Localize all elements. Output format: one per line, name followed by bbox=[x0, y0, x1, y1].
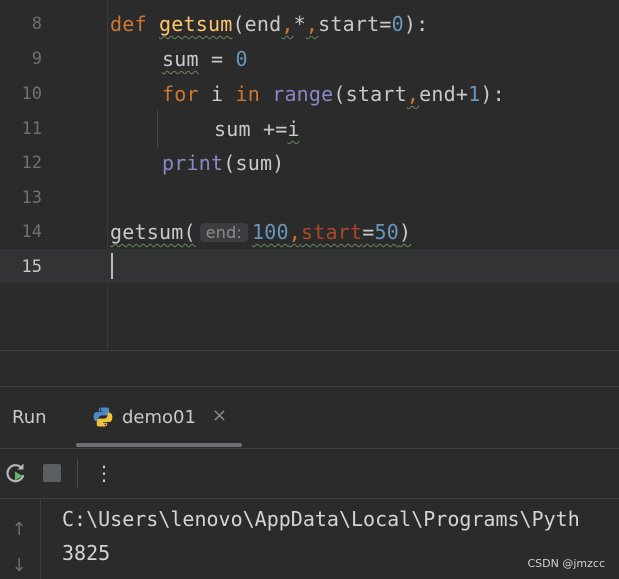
watermark: CSDN @jmzcc bbox=[527, 557, 606, 570]
code-token: (sum) bbox=[223, 151, 285, 175]
code-line-current[interactable]: 15 bbox=[0, 249, 619, 283]
toolbar-divider bbox=[77, 459, 78, 489]
code-line[interactable]: 8 def getsum(end,*,start=0): bbox=[0, 6, 619, 40]
code-token: sum += bbox=[214, 117, 288, 141]
code-text[interactable]: print(sum) bbox=[162, 151, 284, 175]
console-line-interpreter-path: C:\Users\lenovo\AppData\Local\Programs\P… bbox=[62, 507, 580, 531]
run-panel: Run demo01 × ⋮ ↑ ↓ C:\Users\lenovo\AppDa… bbox=[0, 386, 619, 579]
console-gutter: ↑ ↓ bbox=[0, 499, 41, 579]
code-line[interactable]: 14 getsum(end: 100,start=50) bbox=[0, 214, 619, 248]
run-tab-demo01[interactable]: demo01 × bbox=[76, 395, 242, 447]
inlay-hint[interactable]: end: bbox=[199, 223, 249, 242]
rerun-button[interactable] bbox=[2, 459, 30, 487]
code-token: (end bbox=[232, 12, 282, 36]
code-token: end+ bbox=[419, 82, 469, 106]
keyword: in bbox=[235, 82, 260, 106]
named-argument: start bbox=[301, 220, 363, 244]
number-literal: 100 bbox=[252, 220, 289, 244]
variable: sum bbox=[162, 47, 199, 71]
run-toolbar: ⋮ bbox=[0, 448, 619, 499]
more-icon[interactable]: ⋮ bbox=[90, 459, 118, 487]
console-output[interactable]: ↑ ↓ C:\Users\lenovo\AppData\Local\Progra… bbox=[0, 498, 619, 579]
code-text[interactable]: sum +=i bbox=[214, 117, 300, 141]
code-token: ): bbox=[480, 82, 505, 106]
code-line[interactable]: 13 bbox=[0, 180, 619, 214]
code-token: ): bbox=[403, 12, 429, 36]
code-line[interactable]: 10 for i in range(start,end+1): bbox=[0, 76, 619, 110]
tab-active-indicator bbox=[76, 443, 242, 447]
code-line[interactable]: 9 sum = 0 bbox=[0, 41, 619, 75]
close-icon[interactable]: × bbox=[212, 405, 227, 426]
code-token: * bbox=[293, 12, 306, 36]
line-number: 13 bbox=[21, 188, 42, 208]
code-token: = bbox=[362, 220, 375, 244]
line-number: 12 bbox=[21, 153, 42, 173]
tab-label: demo01 bbox=[122, 407, 196, 428]
line-number: 8 bbox=[31, 14, 42, 34]
builtin-function: range bbox=[272, 82, 334, 106]
code-token: , bbox=[288, 220, 302, 244]
code-token: , bbox=[281, 12, 294, 36]
python-icon bbox=[92, 406, 114, 428]
code-editor[interactable]: 8 def getsum(end,*,start=0): 9 sum = 0 1… bbox=[0, 0, 619, 350]
code-token: ) bbox=[398, 220, 412, 244]
keyword: for bbox=[162, 82, 199, 106]
console-line-result: 3825 bbox=[62, 541, 111, 565]
code-text[interactable]: getsum(end: 100,start=50) bbox=[110, 220, 411, 244]
code-token: , bbox=[406, 82, 420, 106]
builtin-function: print bbox=[162, 151, 224, 175]
keyword: def bbox=[110, 12, 147, 36]
up-arrow-icon[interactable]: ↑ bbox=[10, 519, 28, 540]
code-text[interactable]: for i in range(start,end+1): bbox=[162, 82, 505, 106]
function-call: getsum( bbox=[110, 220, 196, 244]
line-number: 9 bbox=[31, 49, 42, 69]
stop-icon bbox=[43, 464, 61, 482]
run-title: Run bbox=[12, 407, 47, 428]
line-number: 14 bbox=[21, 222, 42, 242]
rerun-icon bbox=[2, 463, 30, 491]
code-token: start= bbox=[318, 12, 392, 36]
number-literal: 0 bbox=[235, 47, 248, 71]
number-literal: 50 bbox=[374, 220, 399, 244]
panel-separator[interactable] bbox=[0, 350, 619, 387]
code-text[interactable]: def getsum(end,*,start=0): bbox=[110, 12, 428, 36]
run-panel-header: Run demo01 × bbox=[0, 386, 619, 449]
line-number: 10 bbox=[21, 84, 42, 104]
function-name: getsum bbox=[158, 12, 233, 36]
code-text[interactable]: sum = 0 bbox=[162, 47, 248, 71]
text-caret bbox=[111, 253, 113, 279]
code-token: = bbox=[198, 47, 236, 71]
stop-button[interactable] bbox=[40, 459, 68, 487]
code-line[interactable]: 11 sum +=i bbox=[0, 111, 619, 145]
code-token: (start bbox=[333, 82, 407, 106]
variable: i bbox=[287, 117, 300, 141]
number-literal: 0 bbox=[391, 12, 404, 36]
code-line[interactable]: 12 print(sum) bbox=[0, 145, 619, 179]
line-number: 15 bbox=[21, 257, 42, 277]
down-arrow-icon[interactable]: ↓ bbox=[10, 555, 28, 576]
code-token: i bbox=[198, 82, 236, 106]
line-number: 11 bbox=[21, 119, 42, 139]
code-token: , bbox=[305, 12, 319, 36]
number-literal: 1 bbox=[468, 82, 481, 106]
